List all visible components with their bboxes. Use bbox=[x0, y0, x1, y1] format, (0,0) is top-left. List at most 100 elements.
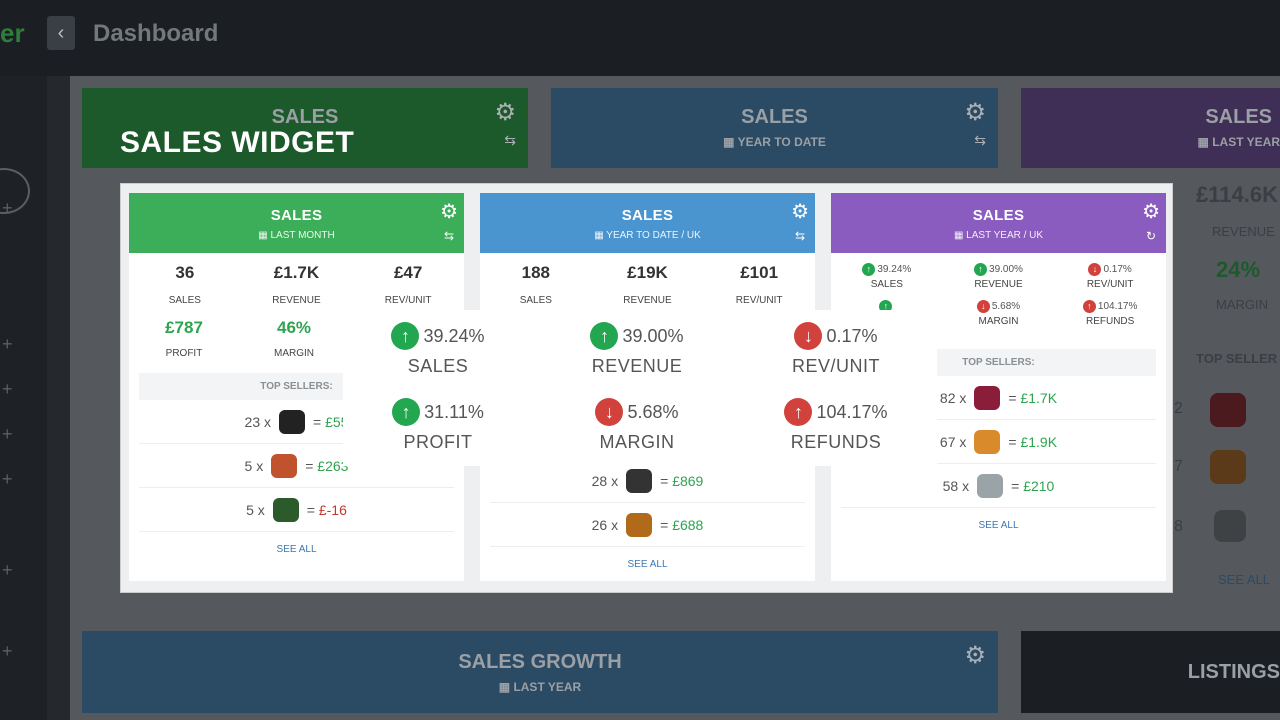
popup-value: 0.17% bbox=[826, 325, 878, 346]
plus-icon[interactable]: + bbox=[2, 334, 13, 355]
product-image bbox=[974, 385, 1001, 410]
stat-value: £1.7K bbox=[273, 263, 320, 282]
gear-icon[interactable]: ⚙ bbox=[964, 641, 986, 670]
plus-icon[interactable]: + bbox=[2, 379, 13, 400]
card-title: SALES bbox=[741, 106, 808, 128]
app-background: er ‹ Dashboard + + + + + + + SALES ⚙ ⇆ S… bbox=[0, 0, 1280, 720]
popup-label: SALES bbox=[407, 356, 469, 376]
card-title: SALES bbox=[1205, 106, 1272, 128]
arrow-down-icon: ↓ bbox=[595, 398, 624, 426]
product-image bbox=[1214, 510, 1246, 542]
arrow-up-icon: ↑ bbox=[1082, 300, 1096, 313]
mini-stat: ↓ 0.17% REV/UNIT bbox=[1086, 263, 1134, 290]
arrow-up-icon: ↑ bbox=[391, 322, 420, 350]
stat-value: £19K bbox=[627, 263, 668, 282]
plus-icon[interactable]: + bbox=[2, 641, 13, 662]
popup-label: REVENUE bbox=[591, 356, 683, 376]
card-subtitle: LAST YEAR bbox=[513, 680, 582, 694]
swap-icon[interactable]: ⇆ bbox=[504, 132, 516, 149]
product-image bbox=[977, 473, 1004, 498]
plus-icon[interactable]: + bbox=[2, 560, 13, 581]
stat-label: SALES bbox=[519, 295, 552, 306]
popup-stat-margin: ↓ 5.68% MARGIN bbox=[537, 398, 737, 453]
gear-icon[interactable]: ⚙ bbox=[964, 98, 986, 127]
gear-icon[interactable]: ⚙ bbox=[494, 98, 516, 127]
calendar-icon: ▦ bbox=[258, 230, 268, 241]
stat-value: 188 bbox=[521, 263, 551, 282]
popup-label: REV/UNIT bbox=[791, 356, 880, 376]
card-title: SALES bbox=[972, 207, 1025, 224]
stat-value: £47 bbox=[393, 263, 423, 282]
see-all-link[interactable]: SEE ALL bbox=[129, 544, 464, 555]
popup-stat-revenue: ↑ 39.00% REVENUE bbox=[537, 322, 737, 377]
calendar-icon: ▦ bbox=[498, 680, 511, 694]
card-subtitle: LAST YEAR bbox=[1212, 135, 1280, 149]
bg-sales-card-last-year[interactable]: SALES ▦ LAST YEAR bbox=[1021, 88, 1280, 168]
arrow-up-icon: ↑ bbox=[784, 398, 813, 426]
bg-sales-card-ytd[interactable]: SALES ▦ YEAR TO DATE ⚙ ⇆ bbox=[551, 88, 998, 168]
stat-value: £101 bbox=[740, 263, 779, 282]
arrow-down-icon: ↓ bbox=[794, 322, 823, 350]
app-logo: er bbox=[0, 18, 25, 48]
popup-value: 5.68% bbox=[627, 401, 679, 422]
card-title: SALES bbox=[621, 207, 674, 224]
refresh-icon[interactable]: ↻ bbox=[1146, 229, 1156, 243]
overlay-label: SALES WIDGET bbox=[120, 126, 355, 159]
plus-icon[interactable]: + bbox=[2, 424, 13, 445]
product-image bbox=[626, 512, 653, 537]
product-image bbox=[974, 429, 1001, 454]
arrow-up-icon: ↑ bbox=[862, 263, 876, 276]
card-subtitle: LAST MONTH bbox=[270, 230, 335, 241]
card-title: LISTINGS bbox=[1187, 661, 1280, 683]
list-item[interactable]: 26 x = £688 bbox=[490, 503, 805, 547]
bg-listings-card[interactable]: LISTINGS bbox=[1021, 631, 1280, 713]
card-title: SALES bbox=[270, 207, 323, 224]
card-subtitle: YEAR TO DATE bbox=[737, 135, 826, 149]
bg-revenue-value: £114.6K bbox=[1196, 182, 1278, 207]
popup-label: MARGIN bbox=[599, 432, 675, 452]
plus-icon[interactable]: + bbox=[2, 469, 13, 490]
card-subtitle: YEAR TO DATE / UK bbox=[606, 230, 701, 241]
back-button[interactable]: ‹ bbox=[47, 16, 75, 50]
list-item[interactable]: 5 x = £-16 bbox=[139, 488, 454, 532]
bg-seller-qty: 7 bbox=[1174, 458, 1183, 475]
arrow-down-icon: ↓ bbox=[1088, 263, 1102, 276]
page-title: Dashboard bbox=[93, 20, 219, 47]
gear-icon[interactable]: ⚙ bbox=[791, 199, 809, 224]
plus-icon[interactable]: + bbox=[2, 198, 13, 219]
product-image bbox=[1210, 450, 1246, 484]
mini-stat: ↓ 5.68% MARGIN bbox=[976, 300, 1021, 327]
gear-icon[interactable]: ⚙ bbox=[440, 199, 458, 224]
bg-sales-growth-card[interactable]: SALES GROWTH ▦ LAST YEAR ⚙ bbox=[82, 631, 998, 713]
card-header: SALES ▦ LAST MONTH ⚙ ⇆ bbox=[129, 193, 464, 253]
card-title: SALES GROWTH bbox=[458, 651, 622, 673]
swap-icon[interactable]: ⇆ bbox=[444, 229, 454, 243]
list-item[interactable]: 58 x = £210 bbox=[841, 464, 1156, 508]
popup-value: 104.17% bbox=[816, 401, 888, 422]
see-all-link[interactable]: SEE ALL bbox=[831, 520, 1166, 531]
card-header: SALES ▦ YEAR TO DATE / UK ⚙ ⇆ bbox=[480, 193, 815, 253]
popup-value: 31.11% bbox=[424, 401, 484, 422]
bg-see-all-link[interactable]: SEE ALL bbox=[1218, 572, 1270, 587]
gear-icon[interactable]: ⚙ bbox=[1142, 199, 1160, 224]
sidebar: + + + + + + + bbox=[0, 76, 47, 720]
bg-top-sellers-label: TOP SELLER bbox=[1196, 351, 1278, 366]
product-image bbox=[626, 468, 653, 493]
mini-stat: ↑ 104.17% REFUNDS bbox=[1054, 300, 1166, 327]
product-image bbox=[272, 497, 299, 522]
arrow-up-icon: ↑ bbox=[590, 322, 619, 350]
see-all-link[interactable]: SEE ALL bbox=[480, 559, 815, 570]
calendar-icon: ▦ bbox=[953, 230, 964, 241]
swap-icon[interactable]: ⇆ bbox=[974, 132, 986, 149]
bg-margin-label: MARGIN bbox=[1216, 297, 1268, 312]
top-bar: er ‹ Dashboard bbox=[0, 0, 1280, 76]
popup-label: PROFIT bbox=[403, 432, 473, 452]
popup-value: 39.00% bbox=[622, 325, 684, 346]
mini-stat: ↑ 39.00% REVENUE bbox=[974, 263, 1023, 290]
bg-seller-qty: 8 bbox=[1174, 518, 1183, 535]
swap-icon[interactable]: ⇆ bbox=[795, 229, 805, 243]
product-image bbox=[271, 453, 298, 478]
stat-label: REV/UNIT bbox=[384, 295, 432, 306]
popup-stat-refunds: ↑ 104.17% REFUNDS bbox=[736, 398, 936, 453]
card-header: SALES ▦ LAST YEAR / UK ⚙ ↻ bbox=[831, 193, 1166, 253]
